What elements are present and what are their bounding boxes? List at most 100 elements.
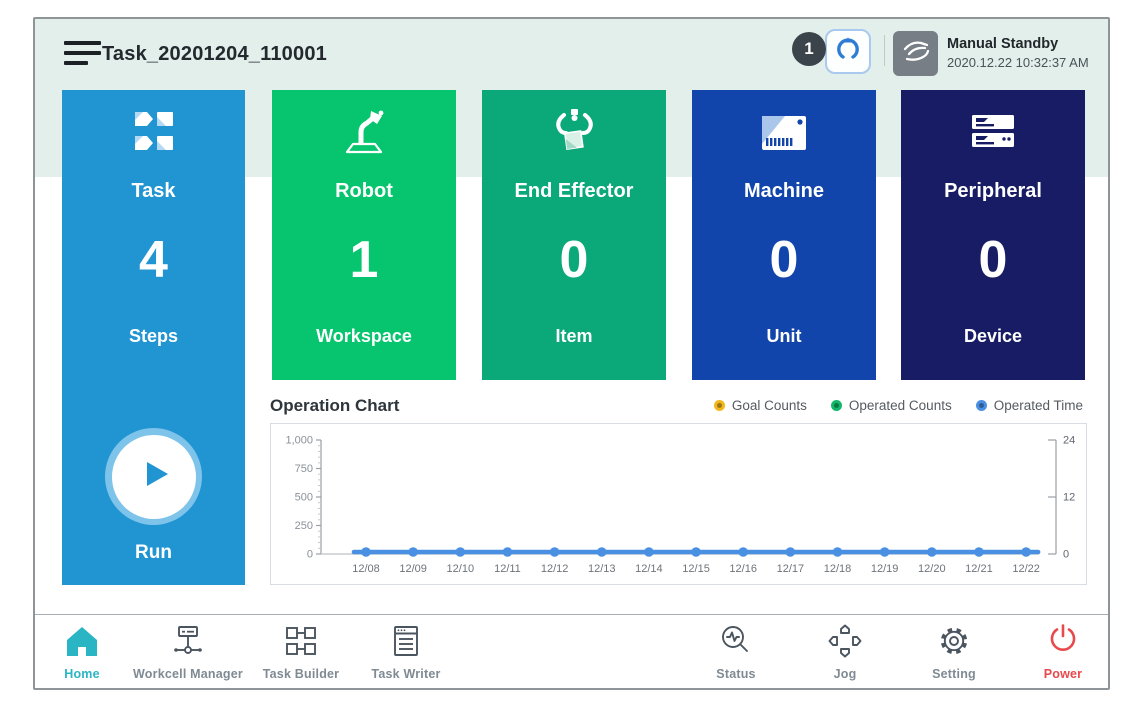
data-point-marker [786, 547, 796, 557]
data-point-marker [503, 547, 513, 557]
x-axis-tick-label: 12/11 [494, 563, 521, 575]
card-label: End Effector [482, 180, 666, 203]
hand-icon [899, 34, 933, 73]
card-peripheral[interactable]: Peripheral0Device [901, 90, 1085, 380]
legend-label: Goal Counts [732, 398, 807, 413]
data-point-marker [927, 547, 937, 557]
card-unit: Workspace [272, 326, 456, 347]
data-point-marker [408, 547, 418, 557]
chart-legend: Goal Counts Operated Counts Operated Time [714, 398, 1083, 413]
peripheral-icon [966, 109, 1020, 162]
data-point-marker [1021, 547, 1031, 557]
notification-badge[interactable]: 1 [792, 32, 826, 66]
data-point-marker [974, 547, 984, 557]
card-unit: Device [901, 326, 1085, 347]
data-point-marker [361, 547, 371, 557]
card-value: 0 [692, 230, 876, 290]
nav-item-task-writer[interactable]: Task Writer [341, 623, 471, 681]
legend-label: Operated Time [994, 398, 1083, 413]
legend-label: Operated Counts [849, 398, 952, 413]
card-task[interactable]: Task 4 Steps Run [62, 90, 245, 585]
x-axis-tick-label: 12/17 [777, 563, 805, 575]
x-axis-tick-label: 12/09 [399, 563, 427, 575]
x-axis-tick-label: 12/15 [682, 563, 710, 575]
gripper-recovery-icon [832, 33, 864, 70]
status-icon [718, 623, 754, 664]
card-unit: Unit [692, 326, 876, 347]
app-window: Task_20201204_110001 1 Manual Standby 20… [33, 17, 1110, 690]
x-axis-tick-label: 12/10 [447, 563, 475, 575]
x-axis-tick-label: 12/20 [918, 563, 946, 575]
setting-icon [936, 623, 972, 664]
power-icon [1045, 623, 1081, 664]
x-axis-tick-label: 12/13 [588, 563, 616, 575]
x-axis-tick-label: 12/08 [352, 563, 380, 575]
home-icon [64, 624, 100, 663]
task-title: Task_20201204_110001 [102, 43, 327, 66]
operation-chart: 1,000750500250012/0812/0912/1012/1112/12… [270, 423, 1087, 585]
nav-label: Task Writer [341, 667, 471, 681]
x-axis-tick-label: 12/16 [729, 563, 757, 575]
data-point-marker [550, 547, 560, 557]
card-label: Task [62, 180, 245, 203]
card-label: Robot [272, 180, 456, 203]
run-button[interactable] [105, 428, 202, 525]
task-writer-icon [388, 624, 424, 663]
bottom-nav: HomeWorkcell ManagerTask BuilderTask Wri… [35, 614, 1108, 690]
x-axis-tick-label: 12/21 [965, 563, 993, 575]
mode-timestamp: 2020.12.22 10:32:37 AM [947, 55, 1089, 70]
legend-dot-icon [976, 400, 987, 411]
gripper-icon [547, 106, 601, 165]
mode-status-label: Manual Standby [947, 36, 1058, 52]
card-unit: Steps [62, 326, 245, 347]
nav-item-power[interactable]: Power [998, 623, 1110, 681]
manual-mode-button[interactable] [893, 31, 938, 76]
chart-canvas: 1,000750500250012/0812/0912/1012/1112/12… [271, 424, 1086, 584]
legend-item: Operated Counts [831, 398, 952, 413]
data-point-marker [880, 547, 890, 557]
card-value: 0 [482, 230, 666, 290]
left-axis-tick-label: 500 [295, 492, 313, 504]
gripper-button[interactable] [825, 29, 871, 74]
left-axis-tick-label: 250 [295, 520, 313, 532]
jog-icon [827, 623, 863, 664]
right-axis-tick-label: 0 [1063, 549, 1069, 561]
task-builder-icon [283, 624, 319, 663]
legend-item: Goal Counts [714, 398, 807, 413]
card-machine[interactable]: Machine0Unit [692, 90, 876, 380]
left-axis-tick-label: 750 [295, 463, 313, 475]
card-label: Peripheral [901, 180, 1085, 203]
legend-dot-icon [714, 400, 725, 411]
x-axis-tick-label: 12/12 [541, 563, 569, 575]
legend-item: Operated Time [976, 398, 1083, 413]
left-axis-tick-label: 0 [307, 549, 313, 561]
chart-title: Operation Chart [270, 396, 399, 416]
x-axis-tick-label: 12/14 [635, 563, 663, 575]
card-end-effector[interactable]: End Effector 0 Item [482, 90, 666, 380]
data-point-marker [597, 547, 607, 557]
x-axis-tick-label: 12/19 [871, 563, 899, 575]
card-robot[interactable]: Robot 1 Workspace [272, 90, 456, 380]
x-axis-tick-label: 12/22 [1012, 563, 1040, 575]
robot-arm-icon [337, 106, 391, 165]
right-axis-tick-label: 12 [1063, 492, 1075, 504]
card-value: 1 [272, 230, 456, 290]
header-divider [884, 35, 885, 66]
card-unit: Item [482, 326, 666, 347]
data-point-marker [644, 547, 654, 557]
run-label: Run [62, 542, 245, 564]
legend-dot-icon [831, 400, 842, 411]
menu-icon[interactable] [64, 39, 102, 69]
x-axis-tick-label: 12/18 [824, 563, 852, 575]
data-point-marker [456, 547, 466, 557]
nav-label: Power [998, 667, 1110, 681]
nav-item-workcell-manager[interactable]: Workcell Manager [123, 623, 253, 681]
machine-icon [757, 108, 811, 163]
card-value: 4 [62, 230, 245, 290]
nav-label: Workcell Manager [123, 667, 253, 681]
workcell-manager-icon [170, 624, 206, 663]
task-blocks-icon [128, 108, 180, 163]
data-point-marker [738, 547, 748, 557]
data-point-marker [833, 547, 843, 557]
play-icon [134, 454, 174, 499]
